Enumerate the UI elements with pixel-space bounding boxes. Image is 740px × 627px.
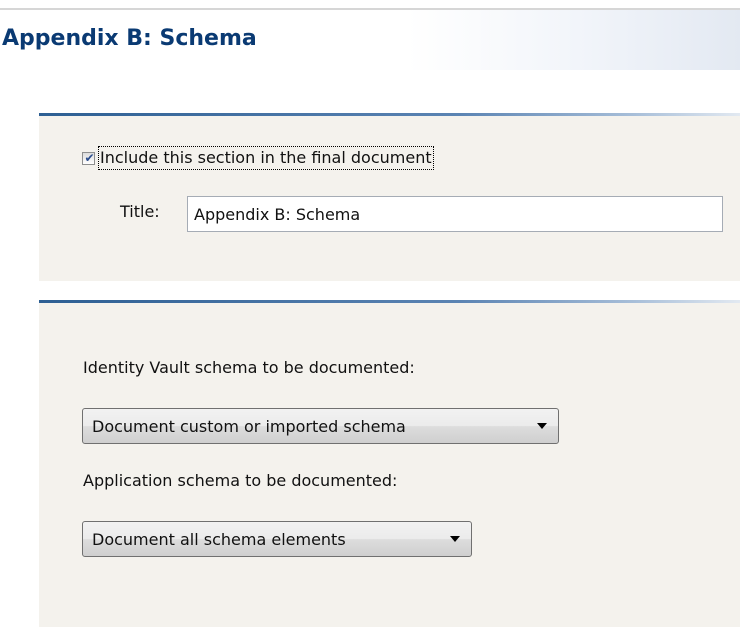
application-schema-selected: Document all schema elements [92, 529, 346, 549]
include-section-label[interactable]: Include this section in the final docume… [98, 146, 434, 170]
application-schema-label: Application schema to be documented: [83, 471, 398, 490]
identity-vault-schema-selected: Document custom or imported schema [92, 416, 406, 436]
chevron-down-icon[interactable] [537, 423, 547, 429]
title-input[interactable] [187, 196, 723, 232]
section-divider [39, 113, 740, 116]
include-section-checkbox[interactable]: ✔ [82, 150, 95, 165]
identity-vault-schema-label: Identity Vault schema to be documented: [83, 358, 415, 377]
section-schema-options [39, 300, 740, 627]
chevron-down-icon[interactable] [450, 536, 460, 542]
page-title: Appendix B: Schema [2, 26, 257, 51]
window-top-border [0, 0, 740, 10]
section-divider [39, 300, 740, 303]
checkmark-icon: ✔ [84, 150, 95, 165]
application-schema-dropdown[interactable]: Document all schema elements [82, 521, 472, 557]
include-section-checkbox-row[interactable]: ✔ Include this section in the final docu… [82, 144, 434, 172]
identity-vault-schema-dropdown[interactable]: Document custom or imported schema [82, 408, 559, 444]
title-label: Title: [120, 202, 160, 221]
